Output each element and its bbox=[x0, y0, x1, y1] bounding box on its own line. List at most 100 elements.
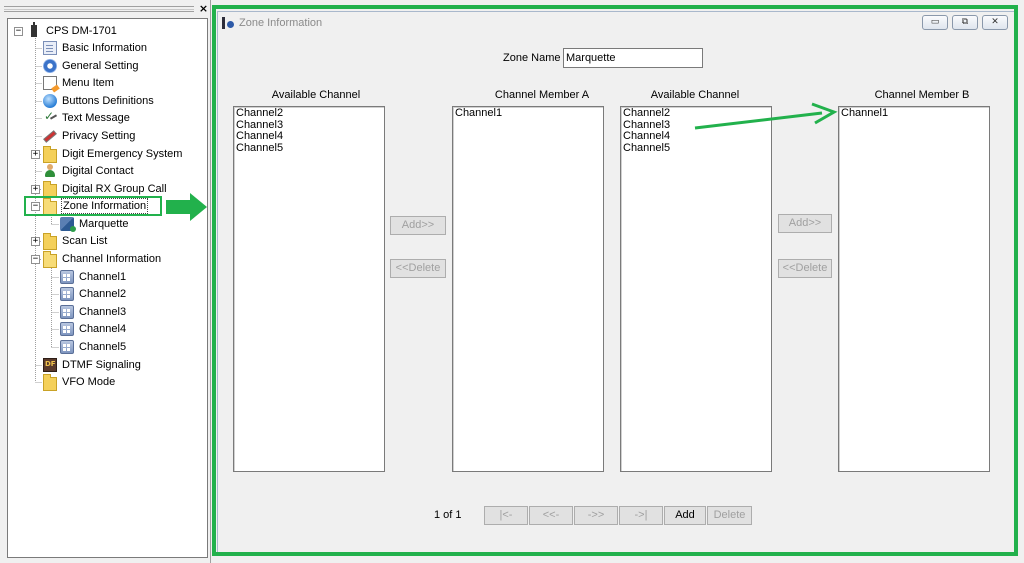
tree-root-expander[interactable]: − bbox=[14, 27, 23, 36]
minimize-button[interactable]: ▭ bbox=[922, 15, 948, 30]
channel-member-a-list[interactable]: Channel1 bbox=[452, 106, 604, 472]
tree-item-zone-information[interactable]: Zone Information bbox=[43, 197, 149, 215]
tree-item-label: Channel4 bbox=[79, 323, 127, 335]
channel-member-a-header: Channel Member A bbox=[494, 89, 590, 101]
tree-item-zone-marquette[interactable]: Marquette bbox=[60, 216, 130, 232]
tree-expander-digit-emergency[interactable]: + bbox=[31, 150, 40, 159]
tree-item-privacy-setting[interactable]: Privacy Setting bbox=[43, 128, 136, 144]
radio-icon bbox=[27, 22, 41, 38]
delete-from-member-a-button[interactable]: <<Delete bbox=[390, 259, 446, 278]
tree-item-digital-rx-group-call[interactable]: Digital RX Group Call bbox=[43, 180, 168, 198]
tree-item-general-setting[interactable]: General Setting bbox=[43, 58, 139, 74]
window-controls: ▭ ⧉ ✕ bbox=[922, 15, 1008, 30]
list-item[interactable]: Channel4 bbox=[623, 130, 769, 143]
tree-item-label: Menu Item bbox=[62, 77, 114, 89]
gear-icon bbox=[43, 59, 57, 73]
folder-icon bbox=[43, 180, 57, 198]
tree-item-channel4[interactable]: Channel4 bbox=[60, 321, 127, 337]
tree-item-label: Privacy Setting bbox=[62, 130, 136, 142]
available-channel-b-list[interactable]: Channel2 Channel3 Channel4 Channel5 bbox=[620, 106, 772, 472]
tree-close-icon[interactable]: × bbox=[198, 3, 209, 14]
tree-item-menu-item[interactable]: Menu Item bbox=[43, 75, 115, 91]
zone-information-window: Zone Information ▭ ⧉ ✕ Zone Name Availab… bbox=[217, 11, 1017, 556]
app-root: × − CPS DM-1701 Basic Information Genera… bbox=[0, 0, 1024, 563]
privacy-icon bbox=[43, 129, 57, 143]
tree-item-label: Basic Information bbox=[62, 42, 147, 54]
close-button[interactable]: ✕ bbox=[982, 15, 1008, 30]
tree-item-digital-contact[interactable]: Digital Contact bbox=[43, 163, 135, 179]
list-item[interactable]: Channel2 bbox=[623, 107, 769, 120]
next-record-button[interactable]: ->> bbox=[574, 506, 618, 525]
list-item[interactable]: Channel4 bbox=[236, 130, 382, 143]
tree-item-label: Digit Emergency System bbox=[62, 148, 183, 160]
folder-open-icon bbox=[43, 197, 57, 215]
tree-item-dtmf-signaling[interactable]: DTMF Signaling bbox=[43, 357, 142, 373]
tree-item-text-message[interactable]: Text Message bbox=[43, 109, 131, 126]
delete-from-member-b-button[interactable]: <<Delete bbox=[778, 259, 832, 278]
folder-icon bbox=[43, 145, 57, 163]
tree-item-channel5[interactable]: Channel5 bbox=[60, 339, 127, 355]
last-record-button[interactable]: ->| bbox=[619, 506, 663, 525]
menu-icon bbox=[43, 76, 57, 90]
tree-item-basic-information[interactable]: Basic Information bbox=[43, 40, 148, 56]
tree-pane: × − CPS DM-1701 Basic Information Genera… bbox=[0, 0, 211, 563]
channel-icon bbox=[60, 270, 74, 284]
zone-name-label: Zone Name bbox=[503, 52, 561, 64]
delete-zone-button[interactable]: Delete bbox=[707, 506, 752, 525]
tree-item-channel2[interactable]: Channel2 bbox=[60, 286, 127, 302]
channel-icon bbox=[60, 287, 74, 301]
tree-root-label: CPS DM-1701 bbox=[46, 25, 117, 37]
folder-open-icon bbox=[43, 250, 57, 268]
previous-record-button[interactable]: <<- bbox=[529, 506, 573, 525]
channel-icon bbox=[60, 305, 74, 319]
tree-item-channel1[interactable]: Channel1 bbox=[60, 269, 127, 285]
tree-item-digit-emergency-system[interactable]: Digit Emergency System bbox=[43, 145, 183, 163]
tree-item-channel-information[interactable]: Channel Information bbox=[43, 250, 162, 268]
window-titlebar[interactable]: Zone Information ▭ ⧉ ✕ bbox=[218, 12, 1016, 34]
pane-grip[interactable] bbox=[4, 6, 194, 12]
zone-channel-icon bbox=[60, 217, 76, 232]
add-to-member-b-button[interactable]: Add>> bbox=[778, 214, 832, 233]
add-to-member-a-button[interactable]: Add>> bbox=[390, 216, 446, 235]
tree-item-label: Scan List bbox=[62, 235, 108, 247]
available-channel-b-header: Available Channel bbox=[650, 89, 740, 101]
window-title: Zone Information bbox=[239, 17, 323, 29]
list-item[interactable]: Channel5 bbox=[623, 142, 769, 155]
tree-item-label: Channel3 bbox=[79, 306, 127, 318]
zone-name-input[interactable] bbox=[563, 48, 703, 68]
page-indicator: 1 of 1 bbox=[434, 509, 462, 521]
document-icon bbox=[43, 41, 57, 55]
globe-icon bbox=[43, 94, 57, 108]
list-item[interactable]: Channel1 bbox=[841, 107, 987, 120]
tree-item-label: Digital Contact bbox=[62, 165, 134, 177]
tree-item-vfo-mode[interactable]: VFO Mode bbox=[43, 373, 116, 391]
first-record-button[interactable]: |<- bbox=[484, 506, 528, 525]
tree-item-label: General Setting bbox=[62, 60, 139, 72]
tree-expander-zone-information[interactable]: − bbox=[31, 202, 40, 211]
channel-icon bbox=[60, 322, 74, 336]
available-channel-a-list[interactable]: Channel2 Channel3 Channel4 Channel5 bbox=[233, 106, 385, 472]
tree-item-label: Digital RX Group Call bbox=[62, 183, 167, 195]
channel-icon bbox=[60, 340, 74, 354]
tree-item-buttons-definitions[interactable]: Buttons Definitions bbox=[43, 93, 155, 109]
available-channel-a-header: Available Channel bbox=[271, 89, 361, 101]
tree-item-channel3[interactable]: Channel3 bbox=[60, 304, 127, 320]
contact-icon bbox=[43, 164, 57, 178]
tree-item-label: VFO Mode bbox=[62, 376, 116, 388]
tree-expander-scan-list[interactable]: + bbox=[31, 237, 40, 246]
tree-view[interactable]: − CPS DM-1701 Basic Information General … bbox=[7, 18, 208, 558]
add-zone-button[interactable]: Add bbox=[664, 506, 706, 525]
list-item[interactable]: Channel2 bbox=[236, 107, 382, 120]
tree-root-cps-dm-1701[interactable]: CPS DM-1701 bbox=[27, 22, 118, 39]
tree-expander-digital-rx-group[interactable]: + bbox=[31, 185, 40, 194]
tree-expander-channel-information[interactable]: − bbox=[31, 255, 40, 264]
restore-button[interactable]: ⧉ bbox=[952, 15, 978, 30]
list-item[interactable]: Channel5 bbox=[236, 142, 382, 155]
folder-icon bbox=[43, 232, 57, 250]
channel-member-b-list[interactable]: Channel1 bbox=[838, 106, 990, 472]
tree-item-scan-list[interactable]: Scan List bbox=[43, 232, 108, 250]
tree-item-label: Channel2 bbox=[79, 288, 127, 300]
tree-item-label: Text Message bbox=[62, 112, 130, 124]
list-item[interactable]: Channel1 bbox=[455, 107, 601, 120]
folder-icon bbox=[43, 373, 57, 391]
